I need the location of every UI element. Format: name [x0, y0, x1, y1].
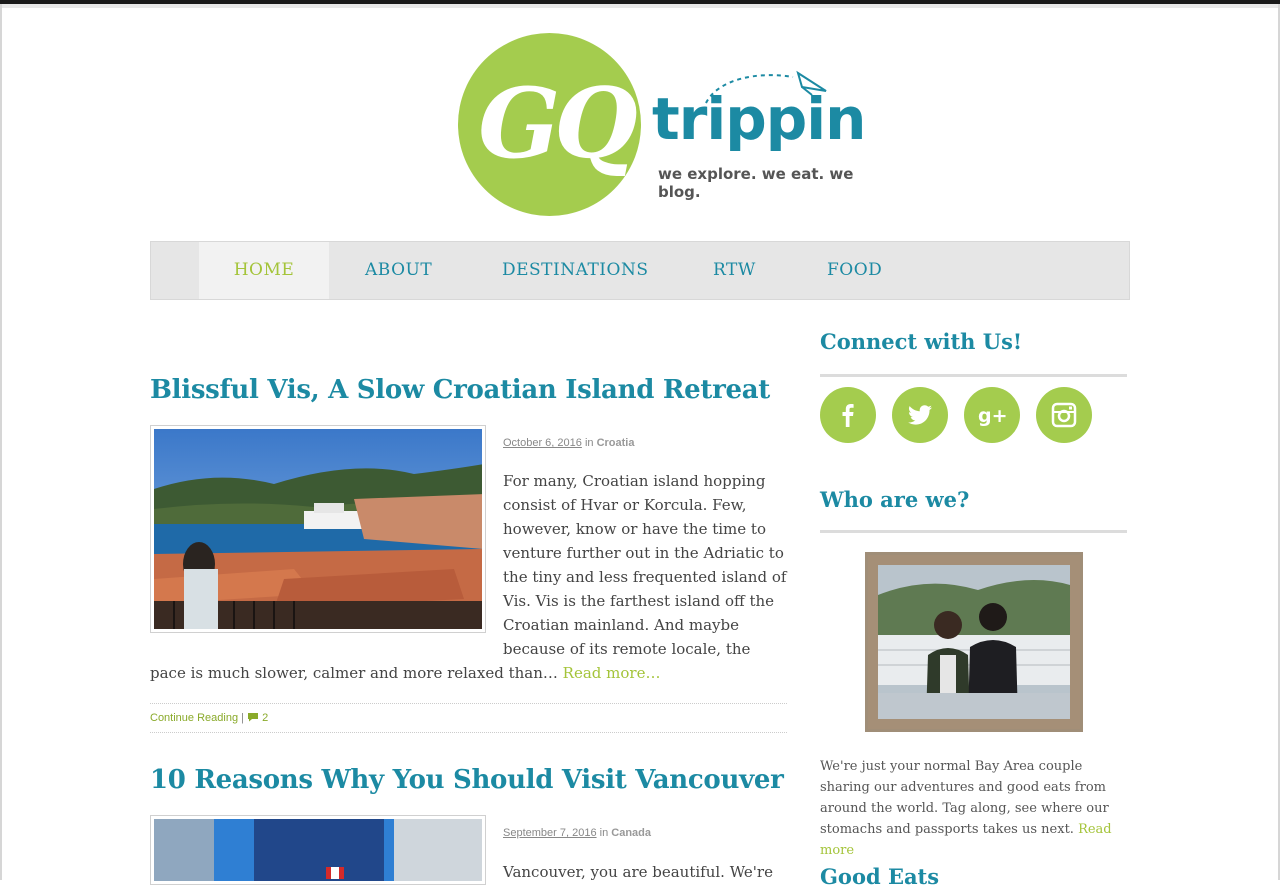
nav-item-rtw[interactable]: RTW [713, 242, 756, 299]
post-in-label-2: in [599, 827, 609, 839]
who-widget-rule [820, 530, 1127, 533]
page-frame-left [0, 4, 2, 880]
comment-count: 2 [262, 712, 269, 724]
couple-photo [868, 555, 1080, 729]
connect-widget-title: Connect with Us! [820, 329, 1023, 354]
post-meta: October 6, 2016 in Croatia [503, 437, 634, 449]
svg-text:g+: g+ [978, 405, 1006, 427]
facebook-button[interactable] [820, 387, 876, 443]
logo-mark: GQ [478, 67, 638, 180]
nav-item-food[interactable]: FOOD [827, 242, 882, 299]
comment-icon [248, 713, 259, 722]
post-excerpt: For many, Croatian island hopping consis… [150, 469, 787, 685]
google-plus-button[interactable]: g+ [964, 387, 1020, 443]
instagram-icon [1051, 402, 1077, 428]
connect-widget-rule [820, 374, 1127, 377]
post-title-2[interactable]: 10 Reasons Why You Should Visit Vancouve… [150, 765, 784, 795]
page-frame-top [0, 4, 1280, 8]
logo-wordmark: trippin [652, 85, 866, 153]
google-plus-icon: g+ [978, 405, 1006, 427]
nav-item-destinations[interactable]: DESTINATIONS [502, 242, 648, 299]
about-photo [865, 552, 1083, 732]
post-thumbnail-2[interactable] [150, 815, 486, 885]
excerpt-float-spacer [150, 469, 503, 661]
good-eats-widget-title: Good Eats [820, 864, 940, 889]
nav-item-about[interactable]: ABOUT [365, 242, 432, 299]
post-title[interactable]: Blissful Vis, A Slow Croatian Island Ret… [150, 375, 770, 405]
main-nav: HOME ABOUT DESTINATIONS RTW FOOD [150, 241, 1130, 300]
post-excerpt-2: Vancouver, you are beautiful. We're [503, 863, 773, 881]
vancouver-image [154, 819, 482, 881]
read-more-link[interactable]: Read more… [563, 664, 661, 682]
post-footer: Continue Reading | 2 [150, 703, 787, 733]
twitter-button[interactable] [892, 387, 948, 443]
logo-tagline: we explore. we eat. we blog. [658, 165, 854, 201]
post-date-2[interactable]: September 7, 2016 [503, 827, 597, 839]
facebook-icon [842, 404, 854, 427]
footer-separator: | [241, 712, 244, 724]
who-widget-title: Who are we? [820, 487, 970, 512]
twitter-icon [908, 405, 932, 425]
about-body: We're just your normal Bay Area couple s… [820, 759, 1109, 837]
post-category[interactable]: Croatia [597, 437, 635, 449]
about-text: We're just your normal Bay Area couple s… [820, 756, 1127, 861]
post-in-label: in [584, 437, 594, 449]
nav-item-home[interactable]: HOME [199, 242, 329, 299]
comments-link[interactable]: 2 [247, 712, 268, 724]
instagram-button[interactable] [1036, 387, 1092, 443]
post-category-2[interactable]: Canada [611, 827, 651, 839]
site-logo[interactable]: GQ trippin we explore. we eat. we blog. [458, 33, 866, 218]
continue-reading-link[interactable]: Continue Reading [150, 712, 238, 724]
post-meta-2: September 7, 2016 in Canada [503, 827, 651, 839]
post-date[interactable]: October 6, 2016 [503, 437, 582, 449]
